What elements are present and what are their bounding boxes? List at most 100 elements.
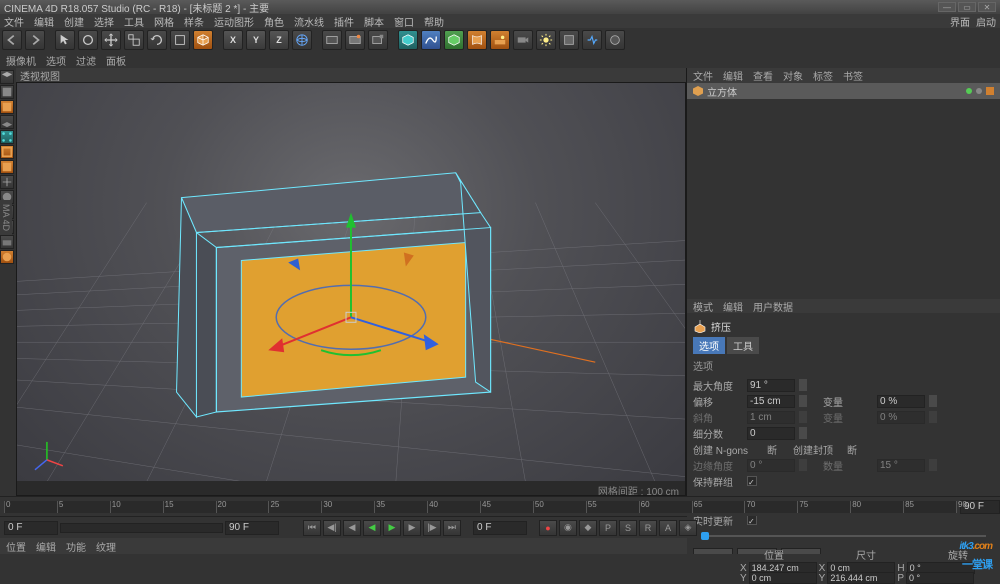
toolbar-btn-extra1[interactable] <box>559 30 579 50</box>
realtime-checkbox[interactable] <box>747 515 757 525</box>
x-axis-toggle[interactable]: X <box>223 30 243 50</box>
menu-edit[interactable]: 编辑 <box>34 14 54 29</box>
autokey-button[interactable]: ◉ <box>559 520 577 536</box>
menu-help[interactable]: 帮助 <box>424 14 444 29</box>
live-select-tool[interactable] <box>78 30 98 50</box>
make-editable-button[interactable] <box>0 70 14 84</box>
timeline-tick[interactable] <box>427 501 428 513</box>
bottom-tab-edit[interactable]: 编辑 <box>36 539 56 554</box>
menu-script[interactable]: 脚本 <box>364 14 384 29</box>
om-tab-bookmarks[interactable]: 书签 <box>843 68 863 83</box>
menu-plugins[interactable]: 插件 <box>334 14 354 29</box>
add-light-button[interactable] <box>536 30 556 50</box>
enable-axis-button[interactable] <box>0 175 14 189</box>
layout-label[interactable]: 界面 <box>950 14 970 29</box>
undo-button[interactable] <box>2 30 22 50</box>
menu-window[interactable]: 窗口 <box>394 14 414 29</box>
om-tab-objects[interactable]: 对象 <box>783 68 803 83</box>
redo-button[interactable] <box>25 30 45 50</box>
menu-create[interactable]: 创建 <box>64 14 84 29</box>
bottom-tab-texture[interactable]: 纹理 <box>96 539 116 554</box>
visibility-render-dot[interactable] <box>976 88 982 94</box>
next-frame-button[interactable]: ▶ <box>403 520 421 536</box>
menu-tools[interactable]: 工具 <box>124 14 144 29</box>
render-view-button[interactable] <box>322 30 342 50</box>
range-end-field[interactable]: 90 F <box>225 521 279 535</box>
bottom-tab-position[interactable]: 位置 <box>6 539 26 554</box>
add-deformer-button[interactable] <box>467 30 487 50</box>
tool-slider[interactable] <box>701 535 986 537</box>
om-tab-tags[interactable]: 标签 <box>813 68 833 83</box>
goto-prev-key-button[interactable]: ◀| <box>323 520 341 536</box>
subdiv-field[interactable]: 0 <box>747 427 795 440</box>
attr-tab-userdata[interactable]: 用户数据 <box>753 299 793 314</box>
current-frame-field[interactable]: 0 F <box>473 521 527 535</box>
stepper-icon[interactable] <box>929 395 937 407</box>
toolbar-btn-extra3[interactable] <box>605 30 625 50</box>
model-mode-button[interactable] <box>0 85 14 99</box>
keyframe-selection-button[interactable]: ◆ <box>579 520 597 536</box>
left-extra-button[interactable] <box>0 250 14 264</box>
vp-menu-filter[interactable]: 过滤 <box>76 53 96 68</box>
timeline-tick[interactable] <box>216 501 217 513</box>
viewport-3d[interactable]: 网格间距 : 100 cm <box>16 82 686 496</box>
toolbar-btn-extra2[interactable] <box>582 30 602 50</box>
rot-key-toggle[interactable]: R <box>639 520 657 536</box>
offset-field[interactable]: -15 cm <box>747 395 795 408</box>
rotate-tool[interactable] <box>147 30 167 50</box>
world-coord-toggle[interactable] <box>292 30 312 50</box>
timeline-tick[interactable] <box>57 501 58 513</box>
record-key-button[interactable]: ● <box>539 520 557 536</box>
workplane-button[interactable] <box>0 115 14 129</box>
scale-tool[interactable] <box>124 30 144 50</box>
object-row-cube[interactable]: 立方体 <box>687 83 1000 99</box>
timeline-tick[interactable] <box>533 501 534 513</box>
timeline-tick[interactable] <box>374 501 375 513</box>
goto-next-key-button[interactable]: |▶ <box>423 520 441 536</box>
scale-key-toggle[interactable]: S <box>619 520 637 536</box>
timeline-tick[interactable] <box>639 501 640 513</box>
timeline-tick[interactable] <box>850 501 851 513</box>
z-axis-toggle[interactable]: Z <box>269 30 289 50</box>
close-button[interactable]: ✕ <box>978 2 996 12</box>
bottom-tab-function[interactable]: 功能 <box>66 539 86 554</box>
menu-select[interactable]: 选择 <box>94 14 114 29</box>
render-pv-button[interactable] <box>345 30 365 50</box>
range-slider[interactable] <box>60 523 223 533</box>
keep-group-checkbox[interactable] <box>747 476 757 486</box>
coord-sy-field[interactable]: 216.444 cm <box>827 572 895 584</box>
edge-mode-button[interactable] <box>0 145 14 159</box>
select-tool[interactable] <box>55 30 75 50</box>
pla-key-toggle[interactable]: ◈ <box>679 520 697 536</box>
menu-file[interactable]: 文件 <box>4 14 24 29</box>
timeline-tick[interactable] <box>480 501 481 513</box>
timeline-tick[interactable] <box>163 501 164 513</box>
y-axis-toggle[interactable]: Y <box>246 30 266 50</box>
add-spline-button[interactable] <box>421 30 441 50</box>
startup-label[interactable]: 启动 <box>976 14 996 29</box>
slider-thumb-icon[interactable] <box>701 532 709 540</box>
move-tool[interactable] <box>101 30 121 50</box>
timeline-tick[interactable] <box>586 501 587 513</box>
render-settings-button[interactable] <box>368 30 388 50</box>
menu-mograph[interactable]: 运动图形 <box>214 14 254 29</box>
attr-tab-mode[interactable]: 模式 <box>693 299 713 314</box>
vp-menu-options[interactable]: 选项 <box>46 53 66 68</box>
attr-tab-edit[interactable]: 编辑 <box>723 299 743 314</box>
cube-primitive-icon[interactable] <box>193 30 213 50</box>
texture-mode-button[interactable] <box>0 100 14 114</box>
pos-key-toggle[interactable]: P <box>599 520 617 536</box>
timeline-tick[interactable] <box>903 501 904 513</box>
range-start-field[interactable]: 0 F <box>4 521 58 535</box>
timeline-tick[interactable] <box>4 501 5 513</box>
menu-character[interactable]: 角色 <box>264 14 284 29</box>
subtab-options[interactable]: 选项 <box>693 337 725 354</box>
recent-tool[interactable] <box>170 30 190 50</box>
goto-start-button[interactable]: ⏮ <box>303 520 321 536</box>
om-tab-file[interactable]: 文件 <box>693 68 713 83</box>
vp-menu-camera[interactable]: 摄像机 <box>6 53 36 68</box>
add-generator-button[interactable] <box>444 30 464 50</box>
timeline-tick[interactable] <box>692 501 693 513</box>
stepper-icon[interactable] <box>799 427 807 439</box>
menu-pipeline[interactable]: 流水线 <box>294 14 324 29</box>
